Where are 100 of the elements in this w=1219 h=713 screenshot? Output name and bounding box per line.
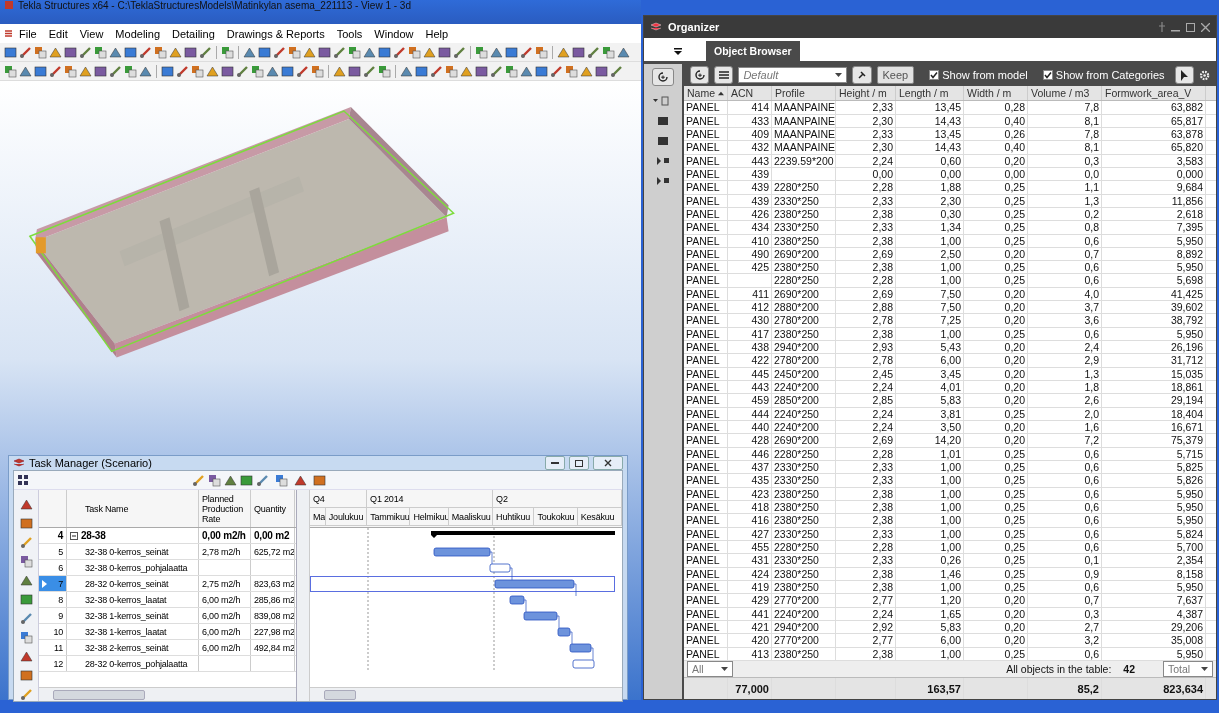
table-cell: 16,671 — [1170, 421, 1203, 434]
row-number: 10 — [53, 626, 63, 637]
table-cell: 2380*250 — [774, 567, 819, 581]
row-header[interactable]: 7 — [39, 576, 67, 591]
table-cell: 5,83 — [940, 621, 961, 634]
table-cell: 0,00 m2 — [254, 530, 290, 541]
column-header[interactable]: Height / m — [839, 87, 887, 100]
column-header[interactable]: Quantity — [254, 503, 286, 514]
table-cell: 839,08 m2 — [254, 610, 294, 621]
table-cell: 2330*250 — [774, 194, 819, 207]
table-cell: PANEL — [686, 247, 720, 261]
table-cell: 2,33 — [872, 474, 893, 487]
menu-item[interactable]: View — [73, 27, 110, 40]
table-cell: 2,69 — [872, 247, 893, 261]
table-cell: 5,825 — [1176, 461, 1203, 474]
table-cell: 0,00 — [872, 167, 893, 181]
table-cell: 625,72 m2 — [254, 546, 294, 557]
table-cell: PANEL — [686, 407, 720, 421]
checkbox-label[interactable]: Show from Categories — [1055, 69, 1165, 82]
column-header[interactable]: Task Name — [85, 503, 129, 514]
table-cell: 0,25 — [1004, 501, 1025, 514]
table-cell: 2,69 — [872, 287, 893, 301]
table-cell: 7,8 — [1084, 101, 1099, 114]
table-cell: PANEL — [686, 287, 720, 301]
table-cell: 1,00 — [940, 581, 961, 594]
table-cell: 2,28 — [872, 541, 893, 554]
table-cell: 5,698 — [1176, 274, 1203, 287]
column-header[interactable]: Planned Production Rate — [202, 493, 247, 524]
table-cell: 8,158 — [1176, 567, 1203, 580]
table-cell: 1,00 — [940, 647, 961, 660]
table-cell: 7,50 — [940, 301, 961, 314]
row-header[interactable]: 8 — [39, 592, 67, 607]
table-cell: 38,792 — [1170, 314, 1203, 327]
row-header[interactable]: 6 — [39, 560, 67, 575]
table-cell: 2380*250 — [774, 647, 819, 660]
table-cell: 32-38 0-kerros_pohjalaatta — [85, 562, 188, 573]
row-header[interactable]: 12 — [39, 656, 67, 671]
table-cell: 0,6 — [1084, 501, 1099, 514]
month-label: Joulukuu — [328, 511, 364, 522]
table-cell: 0,40 — [1004, 114, 1025, 127]
table-cell: 32-38 1-kerros_laatat — [85, 626, 167, 637]
table-cell: 0,6 — [1084, 581, 1099, 594]
table-cell: PANEL — [686, 394, 720, 407]
table-cell: 2,93 — [872, 341, 893, 354]
table-cell: 2,38 — [872, 207, 893, 221]
view-dropdown[interactable]: Default — [738, 67, 848, 84]
tab[interactable]: Object Browser — [706, 41, 800, 61]
table-cell: 28-32 0-kerros_seinät — [85, 578, 169, 589]
aggregate-dropdown[interactable]: Total — [1163, 661, 1213, 677]
menu-item[interactable]: Help — [419, 27, 455, 40]
table-cell: 422 — [751, 354, 769, 367]
table-cell: 425 — [751, 261, 769, 274]
table-cell: 2330*250 — [774, 527, 819, 541]
table-cell: 445 — [751, 367, 769, 381]
menu-item[interactable]: Drawings & Reports — [220, 27, 331, 40]
table-cell: 0,3 — [1084, 154, 1099, 167]
column-header[interactable]: Profile — [775, 87, 805, 100]
table-cell: 0,25 — [1004, 461, 1025, 474]
column-header[interactable]: Formwork_area_V — [1105, 87, 1192, 100]
table-cell: 2690*200 — [774, 434, 819, 447]
column-header[interactable]: ACN — [731, 87, 754, 100]
menu-item[interactable]: Detailing — [166, 27, 221, 40]
checkbox-label[interactable]: Show from model — [942, 69, 1028, 82]
table-cell: 1,01 — [940, 447, 961, 461]
table-cell: 0,25 — [1004, 447, 1025, 461]
menu-item[interactable]: File — [13, 27, 43, 40]
menu-item[interactable]: Edit — [42, 27, 74, 40]
table-cell: 5,950 — [1176, 487, 1203, 501]
table-cell: 1,1 — [1084, 181, 1099, 194]
column-header[interactable]: Length / m — [899, 87, 949, 100]
table-cell: 0,6 — [1084, 541, 1099, 554]
table-cell: 2,38 — [872, 501, 893, 514]
menu-item[interactable]: Modeling — [109, 27, 166, 40]
table-cell: 2239.59*200 — [774, 154, 834, 167]
table-cell: PANEL — [686, 354, 720, 367]
table-cell: PANEL — [686, 434, 720, 447]
filter-dropdown[interactable]: All — [687, 661, 733, 677]
table-cell: 439 — [751, 181, 769, 194]
row-header[interactable]: 10 — [39, 624, 67, 639]
column-header[interactable]: Name — [687, 87, 715, 100]
table-cell: 4,01 — [940, 381, 961, 394]
table-cell: 2330*250 — [774, 461, 819, 474]
keep-button[interactable]: Keep — [876, 66, 915, 85]
menu-item[interactable]: Window — [368, 27, 420, 40]
table-cell: 2,45 — [872, 367, 893, 381]
table-cell: 0,25 — [1004, 181, 1025, 194]
row-header[interactable]: 5 — [39, 544, 67, 559]
table-cell: 2,28 — [872, 181, 893, 194]
table-cell: 2330*250 — [774, 554, 819, 567]
table-cell: 0,20 — [1004, 354, 1025, 367]
row-header[interactable]: 11 — [39, 640, 67, 655]
column-header[interactable]: Width / m — [967, 87, 1012, 100]
table-cell: PANEL — [686, 154, 720, 167]
object-count: 42 — [1123, 663, 1135, 675]
row-header[interactable]: 9 — [39, 608, 67, 623]
table-cell: 444 — [751, 407, 769, 421]
row-header[interactable]: 4 — [39, 528, 67, 543]
table-cell: 2240*200 — [774, 421, 819, 434]
column-header[interactable]: Volume / m3 — [1031, 87, 1090, 100]
menu-item[interactable]: Tools — [330, 27, 369, 40]
